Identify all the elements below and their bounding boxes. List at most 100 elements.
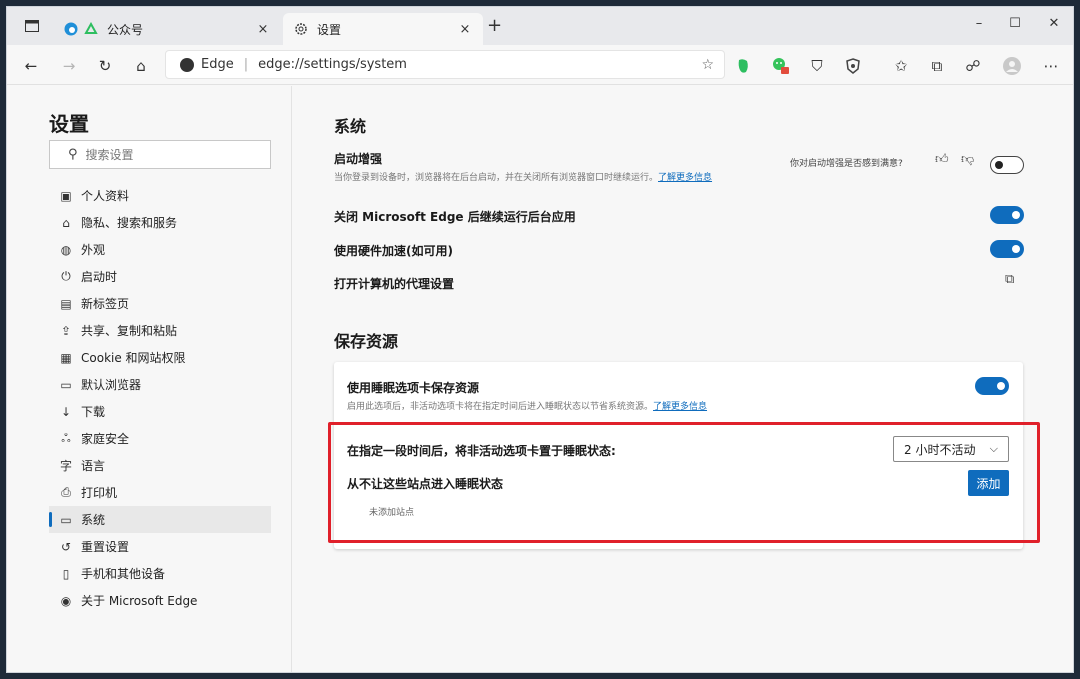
card-divider xyxy=(334,423,1023,424)
refresh-icon[interactable]: ↻ xyxy=(95,56,115,76)
back-icon[interactable]: ← xyxy=(21,56,41,76)
wechat-extension-icon[interactable] xyxy=(771,56,791,76)
favorites-icon[interactable]: ✩ xyxy=(891,56,911,76)
language-icon: 字 xyxy=(59,459,72,473)
minimize-icon[interactable]: – xyxy=(969,16,989,31)
system-icon: ▭ xyxy=(60,512,72,527)
reset-icon: ↺ xyxy=(60,539,72,554)
new-tab-button[interactable]: + xyxy=(487,17,502,35)
sidebar-item-label: 系统 xyxy=(81,513,106,527)
close-icon[interactable]: ✕ xyxy=(1044,16,1064,31)
cookie-icon: ▦ xyxy=(60,350,72,365)
sidebar-item[interactable]: ⏻ 启动时 xyxy=(49,263,271,290)
sidebar-item[interactable]: ⇪ 共享、复制和粘贴 xyxy=(49,317,271,344)
edge-icon: ◉ xyxy=(60,593,72,608)
newtab-icon: ▤ xyxy=(60,296,72,311)
address-brand: Edge xyxy=(201,57,234,72)
thumbs-down-icon[interactable]: 👎︎ xyxy=(961,152,974,167)
add-site-button[interactable]: 添加 xyxy=(968,470,1009,496)
proxy-settings-title: 打开计算机的代理设置 xyxy=(334,277,455,291)
sidebar-item[interactable]: ▭ 系统 xyxy=(49,506,271,533)
settings-content: 设置 ⚲ 搜索设置 ▣ 个人资料 ⌂ 隐私、搜索和服务 ◍ 外观 ⏻ 启动时 ▤ 新标签页 ⇪ 共享、… xyxy=(7,86,1073,672)
sleep-after-select[interactable]: 2 小时不活动 ⌵ xyxy=(893,436,1009,462)
sidebar-item[interactable]: ▦ Cookie 和网站权限 xyxy=(49,344,271,371)
section-title-save-resources: 保存资源 xyxy=(334,332,399,351)
sidebar-item[interactable]: ⎙ 打印机 xyxy=(49,479,271,506)
sidebar-item[interactable]: ▣ 个人资料 xyxy=(49,182,271,209)
wechat-favicon-icon xyxy=(83,21,99,37)
startup-boost-title: 启动增强 xyxy=(334,152,383,166)
address-bar[interactable]: Edge | edge://settings/system ☆ xyxy=(165,50,725,79)
startup-boost-toggle[interactable] xyxy=(990,156,1024,174)
family-icon: ஃ xyxy=(61,430,71,445)
sidebar-item[interactable]: 字语言 xyxy=(49,452,271,479)
tab-settings[interactable]: 设置 × xyxy=(283,13,483,45)
address-url: edge://settings/system xyxy=(258,57,407,72)
lock-icon: ⌂ xyxy=(62,215,70,230)
sidebar-item[interactable]: ◉ 关于 Microsoft Edge xyxy=(49,587,271,614)
sidebar-item-label: 家庭安全 xyxy=(81,432,130,446)
thumbs-up-icon[interactable]: 👍︎ xyxy=(935,152,949,167)
sidebar-item-label: 打印机 xyxy=(81,486,118,500)
favorite-star-icon[interactable]: ☆ xyxy=(701,57,714,73)
external-link-icon[interactable]: ⧉ xyxy=(1005,272,1014,287)
tab-actions-icon[interactable] xyxy=(23,18,41,34)
sidebar-item-label: 启动时 xyxy=(81,270,118,284)
sidebar-item[interactable]: ▯ 手机和其他设备 xyxy=(49,560,271,587)
sidebar-item[interactable]: ▭ 默认浏览器 xyxy=(49,371,271,398)
sidebar-item-label: 新标签页 xyxy=(81,297,130,311)
forward-icon[interactable]: → xyxy=(59,56,79,76)
sleeping-tabs-learn-more-link[interactable]: 了解更多信息 xyxy=(653,402,707,412)
sidebar-item[interactable]: ▤ 新标签页 xyxy=(49,290,271,317)
share-icon: ⇪ xyxy=(60,323,72,338)
search-icon: ⚲ xyxy=(68,147,78,162)
avatar[interactable] xyxy=(1002,56,1022,76)
sidebar-item[interactable]: ⌂ 隐私、搜索和服务 xyxy=(49,209,271,236)
sleep-after-label: 在指定一段时间后，将非活动选项卡置于睡眠状态: xyxy=(347,444,616,458)
sidebar-item-label: 默认浏览器 xyxy=(81,378,142,392)
search-placeholder: 搜索设置 xyxy=(85,148,134,162)
phone-icon: ▯ xyxy=(62,566,70,581)
sidebar-item-label: 隐私、搜索和服务 xyxy=(81,216,178,230)
download-icon: ↓ xyxy=(60,404,72,419)
hardware-accel-title: 使用硬件加速(如可用) xyxy=(334,244,453,258)
evernote-extension-icon[interactable] xyxy=(733,56,753,76)
startup-boost-learn-more-link[interactable]: 了解更多信息 xyxy=(658,173,712,183)
tab-title: 公众号 xyxy=(107,22,144,37)
palette-icon: ◍ xyxy=(60,242,72,257)
sleeping-tabs-desc-text: 启用此选项后，非活动选项卡将在指定时间后进入睡眠状态以节省系统资源。 xyxy=(347,402,654,412)
startup-boost-desc-text: 当你登录到设备时，浏览器将在后台启动，并在关闭所有浏览器窗口时继续运行。 xyxy=(334,173,659,183)
home-icon[interactable]: ⌂ xyxy=(131,56,151,76)
adblock-extension-icon[interactable] xyxy=(843,56,863,76)
tab-close-icon[interactable]: × xyxy=(255,22,271,37)
main-panel: 系统 启动增强 当你登录到设备时，浏览器将在后台启动，并在关闭所有浏览器窗口时继… xyxy=(293,86,1073,672)
browser-window: 公众号 × 设置 × + – ☐ ✕ ← → ↻ ⌂ Edge | edge:/… xyxy=(6,6,1074,673)
sidebar-item-label: 重置设置 xyxy=(81,540,130,554)
feedback-icon[interactable]: ☍ xyxy=(963,56,983,76)
section-title-system: 系统 xyxy=(334,117,367,136)
sidebar-item-label: 个人资料 xyxy=(81,189,130,203)
tab-wechat[interactable]: 公众号 × xyxy=(53,13,281,45)
collections-icon[interactable]: ⧉ xyxy=(927,56,947,76)
sidebar-nav: ▣ 个人资料 ⌂ 隐私、搜索和服务 ◍ 外观 ⏻ 启动时 ▤ 新标签页 ⇪ 共享、复制和粘贴 ▦ Cook… xyxy=(49,182,271,614)
sleeping-tabs-toggle[interactable] xyxy=(975,377,1009,395)
address-separator: | xyxy=(243,57,249,72)
sidebar-item[interactable]: ◍ 外观 xyxy=(49,236,271,263)
shield-extension-icon[interactable]: ⛉ xyxy=(807,56,827,76)
sleeping-tabs-card: 使用睡眠选项卡保存资源 启用此选项后，非活动选项卡将在指定时间后进入睡眠状态以节… xyxy=(334,362,1023,549)
background-apps-toggle[interactable] xyxy=(990,206,1024,224)
background-apps-title: 关闭 Microsoft Edge 后继续运行后台应用 xyxy=(334,210,576,224)
sidebar-item[interactable]: ↺ 重置设置 xyxy=(49,533,271,560)
browser-icon: ▭ xyxy=(60,377,72,392)
search-input[interactable]: ⚲ 搜索设置 xyxy=(49,140,271,169)
sidebar-item[interactable]: ↓ 下载 xyxy=(49,398,271,425)
tab-close-icon[interactable]: × xyxy=(457,22,473,37)
gear-icon xyxy=(293,21,309,37)
sidebar: 设置 ⚲ 搜索设置 ▣ 个人资料 ⌂ 隐私、搜索和服务 ◍ 外观 ⏻ 启动时 ▤ 新标签页 ⇪ 共享、… xyxy=(7,86,292,672)
hardware-accel-toggle[interactable] xyxy=(990,240,1024,258)
sleeping-tabs-desc: 启用此选项后，非活动选项卡将在指定时间后进入睡眠状态以节省系统资源。了解更多信息 xyxy=(347,399,707,412)
no-sites-text: 未添加站点 xyxy=(369,508,415,518)
maximize-icon[interactable]: ☐ xyxy=(1005,16,1025,31)
more-menu-icon[interactable]: ⋯ xyxy=(1041,56,1061,76)
sidebar-item[interactable]: ஃ 家庭安全 xyxy=(49,425,271,452)
